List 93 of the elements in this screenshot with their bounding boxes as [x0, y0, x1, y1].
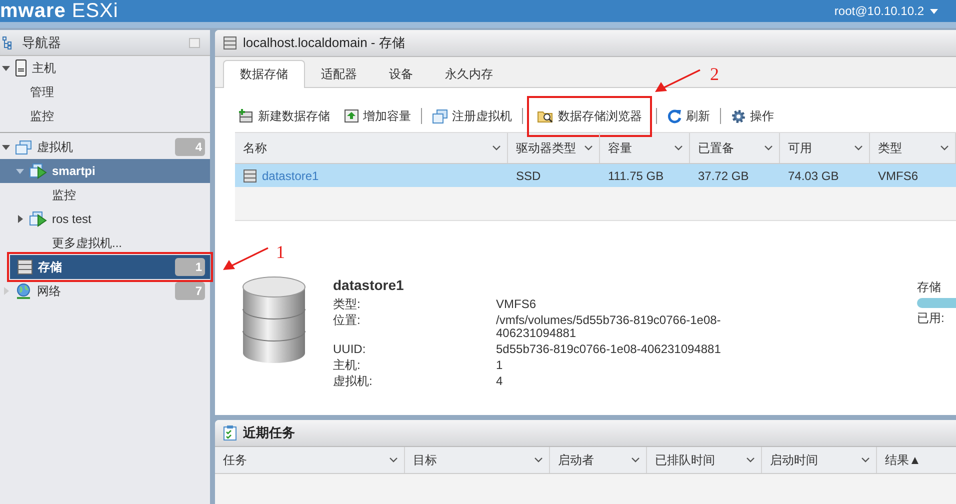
chevron-icon [854, 145, 863, 151]
count-badge: 4 [175, 138, 205, 156]
chevron-icon [764, 145, 773, 151]
globe-icon [15, 282, 32, 300]
field-value: VMFS6 [496, 298, 538, 311]
tab[interactable]: 数据存储 [223, 60, 305, 88]
column-header[interactable]: 启动时间 [762, 447, 877, 473]
navigator-item[interactable]: 网络 7 [0, 279, 210, 303]
column-header[interactable]: 结果▲ [877, 447, 956, 473]
annotation-arrow [655, 69, 701, 95]
user-menu[interactable]: root@10.10.10.2 [834, 4, 938, 18]
navigator-item[interactable]: 管理 [0, 80, 210, 104]
panel-title: 近期任务 [243, 424, 295, 442]
count-badge: 1 [175, 258, 205, 276]
clipboard-icon [223, 425, 237, 441]
settings-icon [731, 108, 746, 124]
chevron-icon [534, 457, 543, 463]
chevron-icon [492, 145, 501, 151]
table-cell: 37.72 GB [698, 168, 749, 182]
brand-logo: mware ESXi [0, 0, 118, 22]
navigator-item[interactable]: 存储 1 [10, 255, 210, 279]
virtual-machines-icon [432, 108, 448, 124]
caret-icon [930, 8, 938, 14]
increase-icon [344, 109, 359, 123]
expand-icon[interactable] [2, 143, 10, 151]
chevron-icon [674, 145, 683, 151]
annotation-number: 2 [710, 65, 719, 83]
field-label: 虚拟机: [333, 375, 374, 388]
tab[interactable]: 永久内存 [429, 61, 509, 87]
chevron-icon [746, 457, 755, 463]
column-header[interactable]: 已置备 [690, 133, 780, 163]
navigator-item[interactable]: 虚拟机 4 [0, 135, 210, 159]
navigator-item[interactable]: 主机 [0, 56, 210, 80]
count-badge: 7 [175, 282, 205, 300]
chevron-icon [940, 145, 949, 151]
column-header[interactable]: 类型 [870, 133, 956, 163]
panel-title: localhost.localdomain - 存储 [243, 34, 405, 52]
field-label: 类型: [333, 298, 362, 311]
chevron-icon [631, 457, 640, 463]
navigator-item[interactable]: ros test [0, 207, 210, 231]
toolbar-button[interactable]: 注册虚拟机 [428, 102, 516, 130]
table-cell: SSD [516, 168, 541, 182]
column-header[interactable]: 名称 [235, 133, 508, 163]
virtual-machine-icon [29, 211, 47, 227]
table-cell: VMFS6 [878, 168, 918, 182]
toolbar-button[interactable]: 增加容量 [340, 102, 415, 130]
column-header[interactable]: 目标 [405, 447, 550, 473]
column-header[interactable]: 任务 [215, 447, 405, 473]
field-label: 位置: [333, 314, 362, 329]
column-header[interactable]: 可用 [780, 133, 870, 163]
expand-icon[interactable] [2, 64, 10, 72]
toolbar-button[interactable]: 操作 [727, 102, 778, 130]
add-storage-icon [239, 109, 254, 123]
annotation-arrow [223, 247, 269, 273]
storage-icon [243, 168, 257, 182]
used-label: 已用: [917, 310, 946, 327]
toolbar-button[interactable]: 新建数据存储 [235, 102, 334, 130]
field-value: 4 [496, 375, 504, 388]
field-label: UUID: [333, 343, 367, 356]
navigator-item[interactable]: 监控 [0, 183, 210, 207]
storage-icon [223, 36, 237, 50]
field-value: 1 [496, 359, 504, 372]
column-header[interactable]: 驱动器类型 [508, 133, 600, 163]
folder-search-icon [537, 109, 554, 123]
navigator-item[interactable]: 更多虚拟机... [0, 231, 210, 255]
column-header[interactable]: 已排队时间 [647, 447, 762, 473]
field-value: 5d55b736-819c0766-1e08-406231094881 [496, 343, 722, 356]
virtual-machines-icon [15, 140, 32, 154]
field-label: 主机: [333, 359, 362, 372]
tab[interactable]: 适配器 [305, 61, 373, 87]
table-cell: 74.03 GB [788, 168, 839, 182]
table-row[interactable]: datastore1 SSD 111.75 GB 37.72 GB 74.03 GB VMFS6 [235, 164, 956, 187]
chevron-icon [389, 457, 398, 463]
storage-label: 存储 [917, 279, 942, 296]
datastore-name: datastore1 [333, 277, 405, 293]
column-header[interactable]: 容量 [600, 133, 690, 163]
navigator-item[interactable]: 监控 [0, 104, 210, 128]
chevron-icon [584, 145, 593, 151]
chevron-icon [861, 457, 870, 463]
navigator-title: 导航器 [22, 34, 62, 52]
virtual-machine-icon [29, 163, 47, 179]
storage-icon [17, 259, 33, 275]
annotation-number: 1 [276, 243, 285, 261]
navigator-item[interactable]: smartpi [0, 159, 210, 183]
field-value: /vmfs/volumes/5d55b736-819c0766-1e08-406231094881 [496, 314, 722, 340]
table-cell: 111.75 GB [608, 168, 664, 182]
tab[interactable]: 设备 [373, 61, 429, 87]
expand-icon[interactable] [16, 215, 24, 223]
toolbar-button[interactable]: 数据存储浏览器 [531, 100, 648, 132]
server-icon [15, 59, 27, 77]
refresh-icon [667, 108, 682, 124]
toolbar-button[interactable]: 刷新 [663, 102, 714, 130]
column-header[interactable]: 启动者 [550, 447, 647, 473]
